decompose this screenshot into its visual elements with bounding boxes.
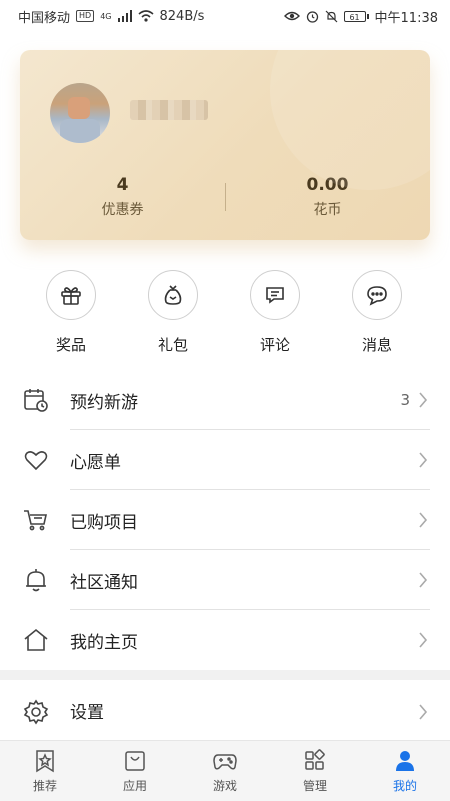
chevron-right-icon (419, 452, 428, 468)
menu-item-label: 心愿单 (70, 452, 121, 473)
flower-coins-value: 0.00 (306, 175, 349, 195)
flower-coins-label: 花币 (313, 202, 342, 218)
tab-recommend[interactable]: 推荐 (0, 741, 90, 801)
coupons-stat[interactable]: 4 优惠券 (20, 175, 225, 219)
chevron-right-icon (419, 572, 428, 588)
menu-item-label: 已购项目 (70, 512, 138, 533)
menu-list: 预约新游 3 心愿单 已购项目 社区通知 我的主页 (0, 370, 450, 670)
tab-mine[interactable]: 我的 (360, 741, 450, 801)
tab-label: 我的 (392, 778, 417, 793)
alarm-icon (306, 10, 318, 23)
signal-icon (117, 10, 132, 22)
profile-card[interactable]: 4 优惠券 0.00 花币 (20, 50, 430, 240)
menu-item-community-notices[interactable]: 社区通知 (0, 550, 450, 610)
wifi-icon (137, 10, 154, 22)
quick-action-messages[interactable]: 消息 (337, 270, 417, 355)
quick-action-label: 礼包 (157, 336, 188, 354)
section-divider (0, 670, 450, 680)
tab-label: 应用 (122, 778, 147, 793)
gamepad-icon (213, 753, 237, 770)
eye-icon (283, 11, 300, 21)
username-blurred (130, 100, 208, 120)
chevron-right-icon (419, 512, 428, 528)
battery-icon: 61 (343, 10, 369, 22)
gear-icon (23, 699, 49, 725)
menu-item-label: 预约新游 (70, 392, 138, 413)
hd-badge: HD (76, 10, 95, 22)
bell-icon (26, 569, 46, 592)
calendar-clock-icon (24, 389, 48, 412)
coupons-value: 4 (116, 175, 129, 195)
message-icon (352, 270, 402, 320)
user-icon (396, 750, 414, 771)
cart-icon (24, 510, 47, 531)
mute-bell-icon (325, 10, 337, 22)
shopping-bag-icon (125, 750, 145, 771)
chevron-right-icon (419, 392, 428, 408)
menu-item-wishlist[interactable]: 心愿单 (0, 430, 450, 490)
avatar[interactable] (50, 83, 110, 143)
tab-games[interactable]: 游戏 (180, 741, 270, 801)
status-right: 61 中午11:38 (283, 7, 438, 26)
quick-action-gift-packs[interactable]: 礼包 (133, 270, 213, 355)
quick-action-comments[interactable]: 评论 (235, 270, 315, 355)
quick-action-prizes[interactable]: 奖品 (31, 270, 111, 355)
chevron-right-icon (419, 632, 428, 648)
bottom-nav: 推荐 应用 游戏 管理 我的 (0, 740, 450, 801)
bag-icon (148, 270, 198, 320)
tab-apps[interactable]: 应用 (90, 741, 180, 801)
network-speed: 824B/s (159, 8, 205, 24)
comment-icon (250, 270, 300, 320)
star-bookmark-icon (36, 749, 54, 772)
battery-level: 61 (343, 10, 366, 22)
menu-item-reserve-new-games[interactable]: 预约新游 3 (0, 370, 450, 430)
menu-item-my-homepage[interactable]: 我的主页 (0, 610, 450, 670)
status-bar: 中国移动 HD 4G 824B/s 61 中午11:38 (0, 0, 450, 32)
status-left: 中国移动 HD 4G 824B/s (18, 7, 204, 26)
home-icon (24, 628, 48, 651)
menu-item-label: 我的主页 (70, 632, 138, 653)
menu-item-settings[interactable]: 设置 (0, 682, 450, 738)
menu-item-purchased[interactable]: 已购项目 (0, 490, 450, 550)
heart-icon (24, 451, 48, 471)
chevron-right-icon (419, 704, 428, 720)
menu-item-label: 设置 (70, 702, 104, 723)
quick-action-label: 消息 (361, 336, 392, 354)
gift-icon (46, 270, 96, 320)
grid-icon (305, 748, 325, 770)
menu-item-label: 社区通知 (70, 572, 138, 593)
quick-action-label: 评论 (259, 336, 290, 354)
reserve-count: 3 (400, 391, 410, 409)
network-type: 4G (100, 11, 112, 21)
carrier-name: 中国移动 (18, 10, 71, 26)
quick-action-label: 奖品 (55, 336, 86, 354)
clock: 中午11:38 (374, 10, 438, 26)
flower-coins-stat[interactable]: 0.00 花币 (225, 175, 430, 219)
tab-label: 管理 (302, 778, 327, 793)
tab-label: 游戏 (212, 778, 237, 793)
tab-manage[interactable]: 管理 (270, 741, 360, 801)
tab-label: 推荐 (32, 778, 57, 793)
quick-actions: 奖品 礼包 评论 消息 (0, 270, 450, 356)
coupons-label: 优惠券 (101, 202, 144, 218)
